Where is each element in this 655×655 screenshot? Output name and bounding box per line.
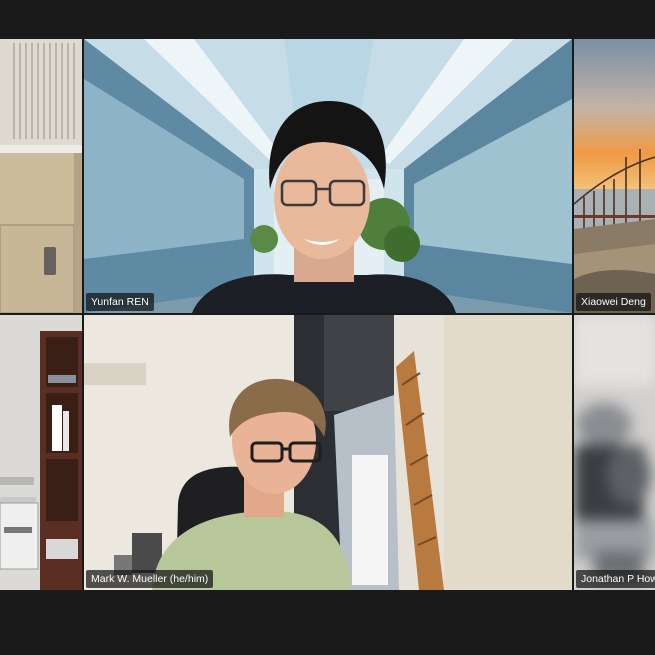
participant-video-3	[574, 39, 655, 313]
participant-name-6: Jonathan P How	[576, 570, 655, 588]
participant-tile-1[interactable]	[0, 39, 82, 313]
participant-tile-4[interactable]	[0, 315, 82, 590]
participant-name-3: Xiaowei Deng	[576, 293, 651, 311]
participant-tile-2[interactable]: Yunfan REN	[84, 39, 572, 313]
participant-tile-6[interactable]: Jonathan P How	[574, 315, 655, 590]
participant-tile-3[interactable]: Xiaowei Deng	[574, 39, 655, 313]
participant-name-2: Yunfan REN	[86, 293, 154, 311]
participant-video-4	[0, 315, 82, 590]
participant-tile-5[interactable]: Mark W. Mueller (he/him)	[84, 315, 572, 590]
participant-video-6	[574, 315, 655, 590]
participant-video-5	[84, 315, 572, 590]
participant-video-2	[84, 39, 572, 313]
video-gallery: Yunfan REN Xiaowei Deng Mark W. Mueller …	[0, 0, 655, 655]
participant-name-5: Mark W. Mueller (he/him)	[86, 570, 214, 588]
participant-video-1	[0, 39, 82, 313]
